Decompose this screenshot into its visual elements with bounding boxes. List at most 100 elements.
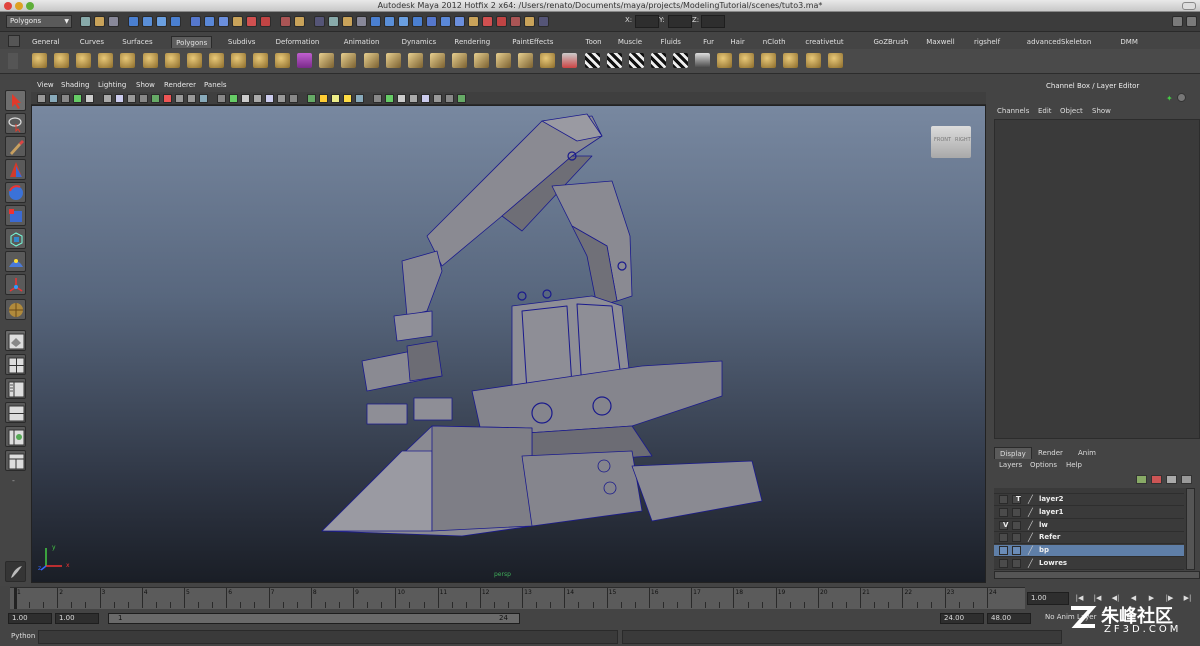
shelf-tool-32-icon[interactable] [717,53,733,68]
layer-list-h-scrollbar[interactable] [994,571,1200,579]
view-cube[interactable]: FRONT RIGHT [931,126,971,158]
show-menu[interactable]: Show [1092,107,1111,115]
viewport-tool-30-icon[interactable] [409,94,418,103]
viewport-tool-33-icon[interactable] [445,94,454,103]
shelf-tool-14-icon[interactable] [319,53,335,68]
shelf-tool-27-icon[interactable] [606,53,622,68]
magnet-icon[interactable] [538,16,549,27]
viewport-tool-8-icon[interactable] [127,94,136,103]
show-channel-box-icon[interactable] [1186,16,1197,27]
render-settings-icon[interactable] [280,16,291,27]
shading-menu[interactable]: Shading [61,81,89,89]
shelf-menu-icon[interactable] [8,35,20,47]
viewport-tool-24-icon[interactable] [331,94,340,103]
sel-joint-icon[interactable] [384,16,395,27]
shelf-tool-17-icon[interactable] [385,53,401,68]
shelf-tool-15-icon[interactable] [341,53,357,68]
channel-box-settings-icon[interactable] [1177,93,1186,102]
select-component-icon[interactable] [156,16,167,27]
layer-display-type-toggle[interactable] [1012,520,1021,530]
viewport-tool-26-icon[interactable] [355,94,364,103]
shelf-tab-dynamics[interactable]: Dynamics [398,36,441,48]
shelf-tool-6-icon[interactable] [142,53,158,68]
shelf-tab-polygons[interactable]: Polygons [171,36,213,48]
viewport-tool-11-icon[interactable] [163,94,172,103]
shelf-tool-9-icon[interactable] [208,53,224,68]
shelf-tool-4-icon[interactable] [98,53,114,68]
layer-row-refer[interactable]: ╱ Refer [994,532,1184,545]
viewport-tool-7-icon[interactable] [115,94,124,103]
viewport-tool-14-icon[interactable] [199,94,208,103]
shelf-tab-painteffects[interactable]: PaintEffects [508,36,557,48]
shelf-tool-20-icon[interactable] [451,53,467,68]
range-slider[interactable]: 1 24 [108,613,520,624]
viewport-tool-17-icon[interactable] [241,94,250,103]
custom-layout-button[interactable] [5,450,26,471]
shelf-tool-29-icon[interactable] [650,53,666,68]
shelf-tab-gozbrush[interactable]: GoZBrush [870,36,913,48]
show-attribute-editor-icon[interactable] [1172,16,1183,27]
soft-modification-button[interactable] [5,251,26,272]
end-time-field[interactable]: 48.00 [987,613,1031,624]
select-tool-button[interactable] [5,90,26,111]
universal-manipulator-button[interactable] [5,228,26,249]
persp-outliner-layout-button[interactable] [5,426,26,447]
shelf-tab-rendering[interactable]: Rendering [450,36,494,48]
history-icon[interactable] [232,16,243,27]
sel-curve-icon[interactable] [398,16,409,27]
layer-row-lowres[interactable]: ╱ Lowres [994,558,1184,570]
viewport-tool-25-icon[interactable] [343,94,352,103]
layer-visibility-toggle[interactable] [999,559,1008,568]
shelf-tab-creativetut[interactable]: creativetut [801,36,847,48]
shelf-tool-26-icon[interactable] [584,53,600,68]
viewport-tool-19-icon[interactable] [265,94,274,103]
select-mask-icon[interactable] [314,16,325,27]
shelf-tool-34-icon[interactable] [761,53,777,68]
viewport-tool-13-icon[interactable] [187,94,196,103]
viewport-tool-5-icon[interactable] [85,94,94,103]
last-tool-button[interactable] [5,299,26,320]
select-hierarchy-icon[interactable] [128,16,139,27]
current-frame-field[interactable]: 1.00 [1027,592,1069,605]
options-menu[interactable]: Options [1030,461,1057,469]
shelf-tab-fur[interactable]: Fur [699,36,718,48]
shelf-tool-36-icon[interactable] [805,53,821,68]
menu-set-select[interactable]: Polygons ▼ [6,15,72,28]
shelf-tool-12-icon[interactable] [275,53,291,68]
layer-row-bp[interactable]: ╱ bp [994,545,1184,558]
construction-history-icon[interactable] [342,16,353,27]
lighting-menu[interactable]: Lighting [98,81,126,89]
shelf-tool-3-icon[interactable] [76,53,92,68]
shelf-tab-muscle[interactable]: Muscle [614,36,646,48]
viewport-tool-23-icon[interactable] [319,94,328,103]
shelf-tab-fluids[interactable]: Fluids [657,36,685,48]
toolbox-expand-icon[interactable]: - [12,476,15,485]
viewport-tool-2-icon[interactable] [49,94,58,103]
perspective-viewport[interactable]: FRONT RIGHT y x z persp [31,105,986,583]
snap-curve-icon[interactable] [190,16,201,27]
viewport-tool-9-icon[interactable] [139,94,148,103]
shelf-tool-13-icon[interactable] [297,53,313,68]
snap-surface-icon[interactable] [218,16,229,27]
viewport-tool-31-icon[interactable] [421,94,430,103]
ipr-render-icon[interactable] [260,16,271,27]
shelf-tab-subdivs[interactable]: Subdivs [224,36,260,48]
sel-surface-icon[interactable] [412,16,423,27]
tab-render[interactable]: Render [1033,447,1068,459]
shelf-tool-1-icon[interactable] [32,53,47,68]
shelf-tab-curves[interactable]: Curves [76,36,108,48]
edit-menu[interactable]: Edit [1038,107,1052,115]
shelf-tool-21-icon[interactable] [474,53,489,68]
shelf-tab-dmm[interactable]: DMM [1116,36,1141,48]
channels-menu[interactable]: Channels [997,107,1029,115]
object-menu[interactable]: Object [1060,107,1083,115]
shelf-tab-deformation[interactable]: Deformation [272,36,324,48]
rotate-tool-button[interactable] [5,182,26,203]
persp-graph-layout-button[interactable] [5,402,26,423]
layer-list-scrollbar[interactable] [1186,488,1195,570]
viewport-tool-29-icon[interactable] [397,94,406,103]
lock-icon[interactable] [294,16,305,27]
sel-deform-icon[interactable] [426,16,437,27]
layer-display-type-toggle[interactable] [1012,533,1021,543]
shelf-tool-7-icon[interactable] [164,53,180,68]
